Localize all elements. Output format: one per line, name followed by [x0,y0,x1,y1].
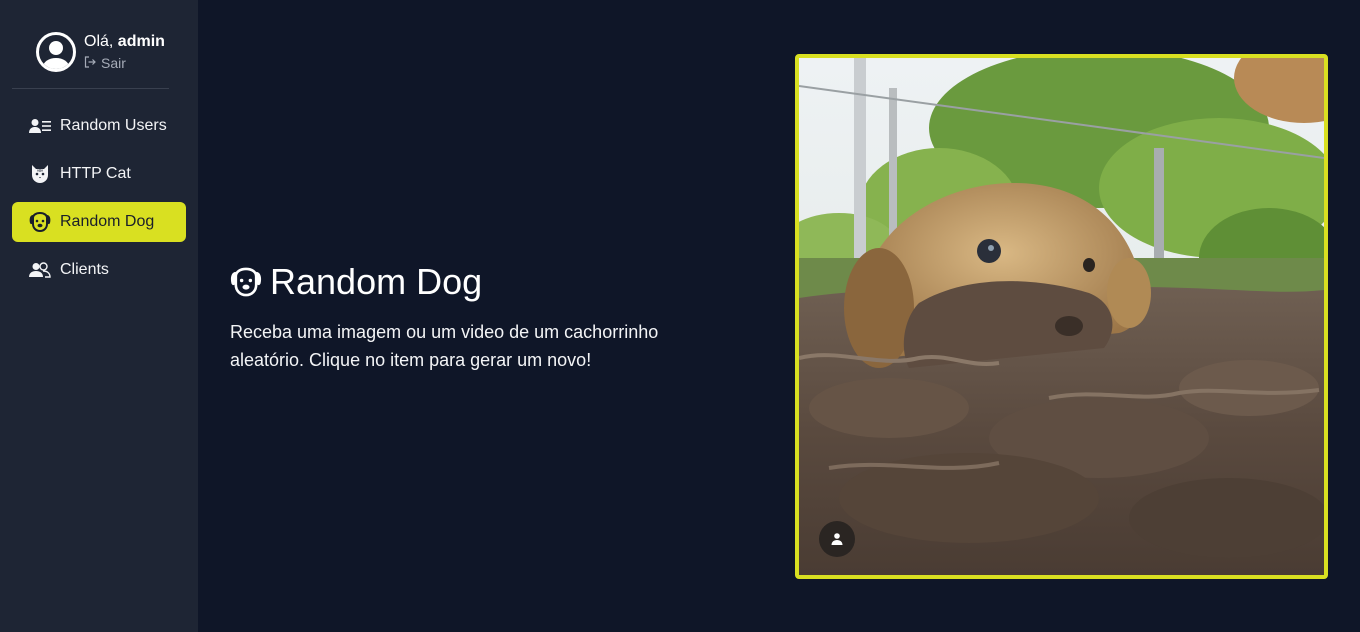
page-title-text: Random Dog [270,261,483,302]
sidebar-item-random-dog[interactable]: Random Dog [12,202,186,242]
sidebar-item-clients[interactable]: Clients [12,250,186,290]
logout-link[interactable]: Sair [84,55,165,71]
sidebar-item-label: Clients [60,261,109,278]
dog-icon [230,266,262,298]
app: Olá, admin Sair Random Users HTTP Cat Ra… [0,0,1360,632]
sidebar-item-label: Random Users [60,117,167,134]
dog-icon [29,212,51,232]
user-icon[interactable] [819,521,855,557]
logout-label: Sair [101,55,126,71]
user-avatar-icon [36,32,76,72]
dog-media[interactable] [795,54,1328,579]
sidebar: Olá, admin Sair Random Users HTTP Cat Ra… [0,0,198,632]
cat-icon [29,164,51,184]
page-title: Random Dog [230,262,730,302]
sidebar-item-label: HTTP Cat [60,165,131,182]
user-profile: Olá, admin Sair [12,32,169,89]
users-list-icon [29,116,51,136]
sidebar-item-http-cat[interactable]: HTTP Cat [12,154,186,194]
intro-section: Random Dog Receba uma imagem ou um video… [230,262,730,374]
logout-icon [84,55,96,71]
greeting: Olá, admin [84,33,165,51]
clients-icon [29,260,51,280]
username: admin [117,33,165,50]
greeting-prefix: Olá, [84,33,114,50]
main-content: Random Dog Receba uma imagem ou um video… [198,0,1360,632]
dog-photo [799,58,1324,575]
sidebar-item-random-users[interactable]: Random Users [12,106,186,146]
page-description: Receba uma imagem ou um video de um cach… [230,322,659,370]
sidebar-item-label: Random Dog [60,213,155,230]
sidebar-nav: Random Users HTTP Cat Random Dog Clients [0,106,198,290]
